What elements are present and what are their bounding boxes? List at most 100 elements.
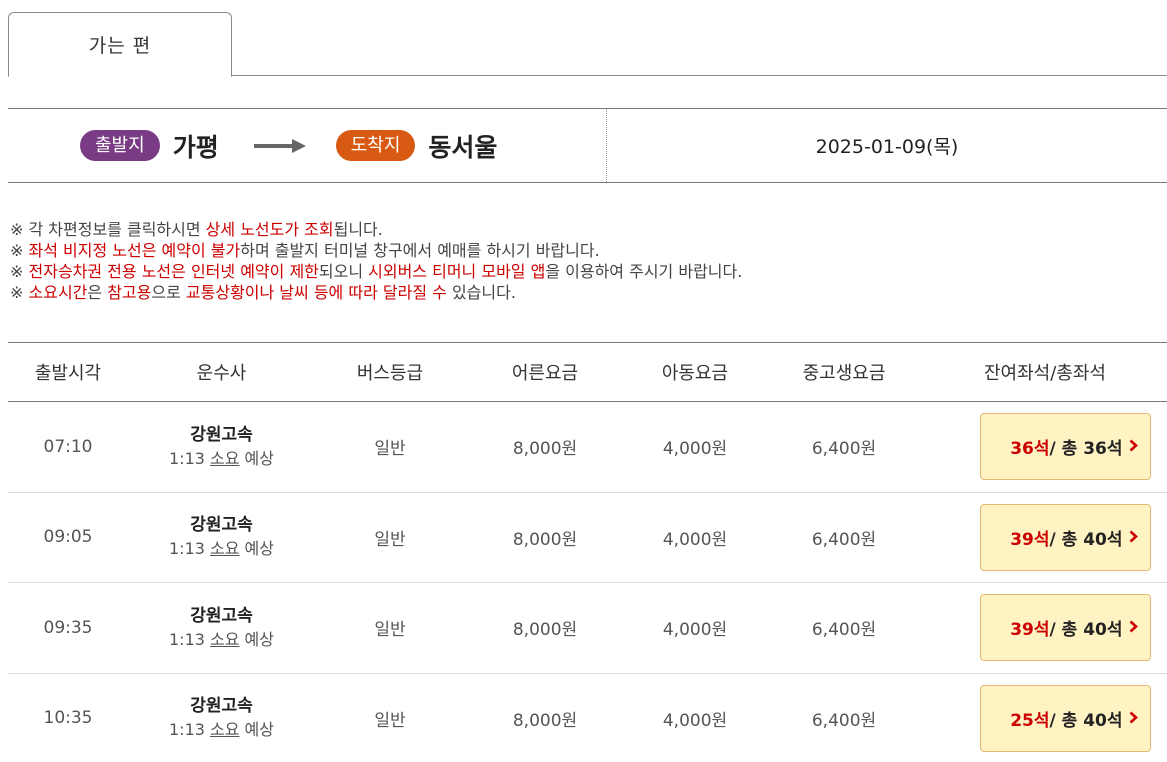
chevron-right-icon [1129,437,1138,456]
duration-suffix: 예상 [239,629,274,649]
duration-time: 1:13 [169,629,211,649]
duration-time: 1:13 [169,448,211,468]
adult-fare: 8,000원 [512,710,578,731]
company-name: 강원고속 [190,605,253,626]
chevron-right-icon [1129,709,1138,728]
notice-text: 하며 출발지 터미널 창구에서 예매를 하시기 바랍니다. [240,241,600,260]
table-row[interactable]: 09:35 강원고속 1:13 소요 예상 일반 8,000원 4,000원 6,400원 3… [8,583,1167,674]
header-seats: 잔여좌석/총좌석 [984,363,1106,384]
seat-cell: 36석 / 총 36석 [923,413,1167,481]
youth-fare: 6,400원 [811,620,877,641]
company-cell: 강원고속 1:13 소요 예상 [128,513,315,561]
remaining-seats: 36석 [1010,439,1050,460]
header-youth-fare: 중고생요금 [802,363,886,384]
notice-highlight: 좌석 비지정 노선은 예약이 불가 [28,241,241,260]
tab-outbound[interactable]: 가는 편 [8,12,232,77]
seat-select-button[interactable]: 39석 / 총 40석 [979,503,1151,571]
duration-suffix: 예상 [239,448,274,468]
seat-cell: 39석 / 총 40석 [923,594,1167,662]
youth-fare: 6,400원 [811,439,877,460]
child-fare: 4,000원 [662,620,728,641]
bus-grade: 일반 [374,710,406,731]
departure-time: 07:10 [43,436,93,457]
travel-date: 2025-01-09(목) [607,109,1167,182]
bus-grade: 일반 [374,529,406,550]
company-cell: 강원고속 1:13 소요 예상 [128,604,315,652]
company-name: 강원고속 [190,515,253,536]
notice-highlight: 시외버스 티머니 모바일 앱 [368,262,546,281]
notice-text: ※ 각 차편정보를 클릭하시면 [10,220,206,239]
table-row[interactable]: 10:35 강원고속 1:13 소요 예상 일반 8,000원 4,000원 6,400원 2… [8,674,1167,762]
seat-select-button[interactable]: 39석 / 총 40석 [979,594,1151,662]
child-fare: 4,000원 [662,710,728,731]
tab-outbound-label: 가는 편 [88,35,152,57]
company-cell: 강원고속 1:13 소요 예상 [128,423,315,471]
duration: 1:13 소요 예상 [128,628,315,652]
table-row[interactable]: 09:05 강원고속 1:13 소요 예상 일반 8,000원 4,000원 6,400원 3… [8,493,1167,583]
child-fare: 4,000원 [662,439,728,460]
duration-suffix: 예상 [239,539,274,559]
duration-time: 1:13 [169,539,211,559]
route-summary: 출발지 가평 도착지 동서울 2025-01-09(목) [8,108,1167,183]
header-adult-fare: 어른요금 [511,363,579,384]
departure-time: 10:35 [43,708,93,729]
total-seats: / 총 36석 [1049,439,1123,460]
notice-highlight: 소요시간 [28,283,88,302]
header-departure-time: 출발시각 [34,363,102,384]
chevron-right-icon [1129,528,1138,547]
notice-list: ※ 각 차편정보를 클릭하시면 상세 노선도가 조회됩니다. ※ 좌석 비지정 노… [10,219,742,303]
remaining-seats: 39석 [1010,529,1050,550]
seat-select-button[interactable]: 36석 / 총 36석 [979,413,1151,481]
departure-time: 09:05 [43,527,93,548]
total-seats: / 총 40석 [1049,710,1123,731]
route-cities: 출발지 가평 도착지 동서울 [8,109,607,182]
duration-label: 소요 [210,629,240,649]
seat-cell: 39석 / 총 40석 [923,503,1167,571]
notice-text: 됩니다. [333,220,383,239]
adult-fare: 8,000원 [512,620,578,641]
notice-text: ※ [10,262,29,281]
duration-suffix: 예상 [239,720,274,740]
table-header: 출발시각 운수사 버스등급 어른요금 아동요금 중고생요금 잔여좌석/총좌석 [8,343,1167,402]
bus-grade: 일반 [374,620,406,641]
notice-text: 을 이용하여 주시기 바랍니다. [545,262,743,281]
notice-highlight: 상세 노선도가 조회 [205,220,334,239]
notice-text: ※ [10,283,29,302]
departure-city: 가평 [172,132,219,162]
arrival-badge: 도착지 [335,130,416,161]
duration: 1:13 소요 예상 [128,718,315,742]
right-arrow-icon [253,138,306,153]
notice-text: 있습니다. [446,283,516,302]
adult-fare: 8,000원 [512,439,578,460]
bus-grade: 일반 [374,439,406,460]
duration-time: 1:13 [169,720,211,740]
company-name: 강원고속 [190,424,253,445]
seat-cell: 25석 / 총 40석 [923,684,1167,752]
duration-label: 소요 [210,448,240,468]
arrival-city: 동서울 [428,132,498,162]
table-body: 07:10 강원고속 1:13 소요 예상 일반 8,000원 4,000원 6,400원 3… [8,402,1167,762]
notice-line: ※ 각 차편정보를 클릭하시면 상세 노선도가 조회됩니다. [10,219,742,240]
total-seats: / 총 40석 [1049,620,1123,641]
travel-date-text: 2025-01-09(목) [815,136,959,158]
duration-label: 소요 [210,720,240,740]
notice-highlight: 교통상황이나 날씨 등에 따라 달라질 수 [185,283,447,302]
duration: 1:13 소요 예상 [128,537,315,561]
chevron-right-icon [1129,618,1138,637]
schedule-table: 출발시각 운수사 버스등급 어른요금 아동요금 중고생요금 잔여좌석/총좌석 0… [8,342,1167,762]
page: 가는 편 출발지 가평 도착지 동서울 2025-01-09(목) ※ 각 차편… [0,0,1167,762]
notice-text: 은 [87,283,108,302]
company-cell: 강원고속 1:13 소요 예상 [128,694,315,742]
notice-text: ※ [10,241,29,260]
remaining-seats: 25석 [1010,710,1050,731]
notice-text: 되오니 [318,262,369,281]
adult-fare: 8,000원 [512,529,578,550]
notice-line: ※ 좌석 비지정 노선은 예약이 불가하며 출발지 터미널 창구에서 예매를 하… [10,240,742,261]
duration-label: 소요 [210,539,240,559]
duration: 1:13 소요 예상 [128,447,315,471]
seat-select-button[interactable]: 25석 / 총 40석 [979,684,1151,752]
notice-highlight: 전자승차권 전용 노선은 인터넷 예약이 제한 [28,262,319,281]
table-row[interactable]: 07:10 강원고속 1:13 소요 예상 일반 8,000원 4,000원 6,400원 3… [8,402,1167,493]
total-seats: / 총 40석 [1049,529,1123,550]
notice-line: ※ 소요시간은 참고용으로 교통상황이나 날씨 등에 따라 달라질 수 있습니다… [10,282,742,303]
